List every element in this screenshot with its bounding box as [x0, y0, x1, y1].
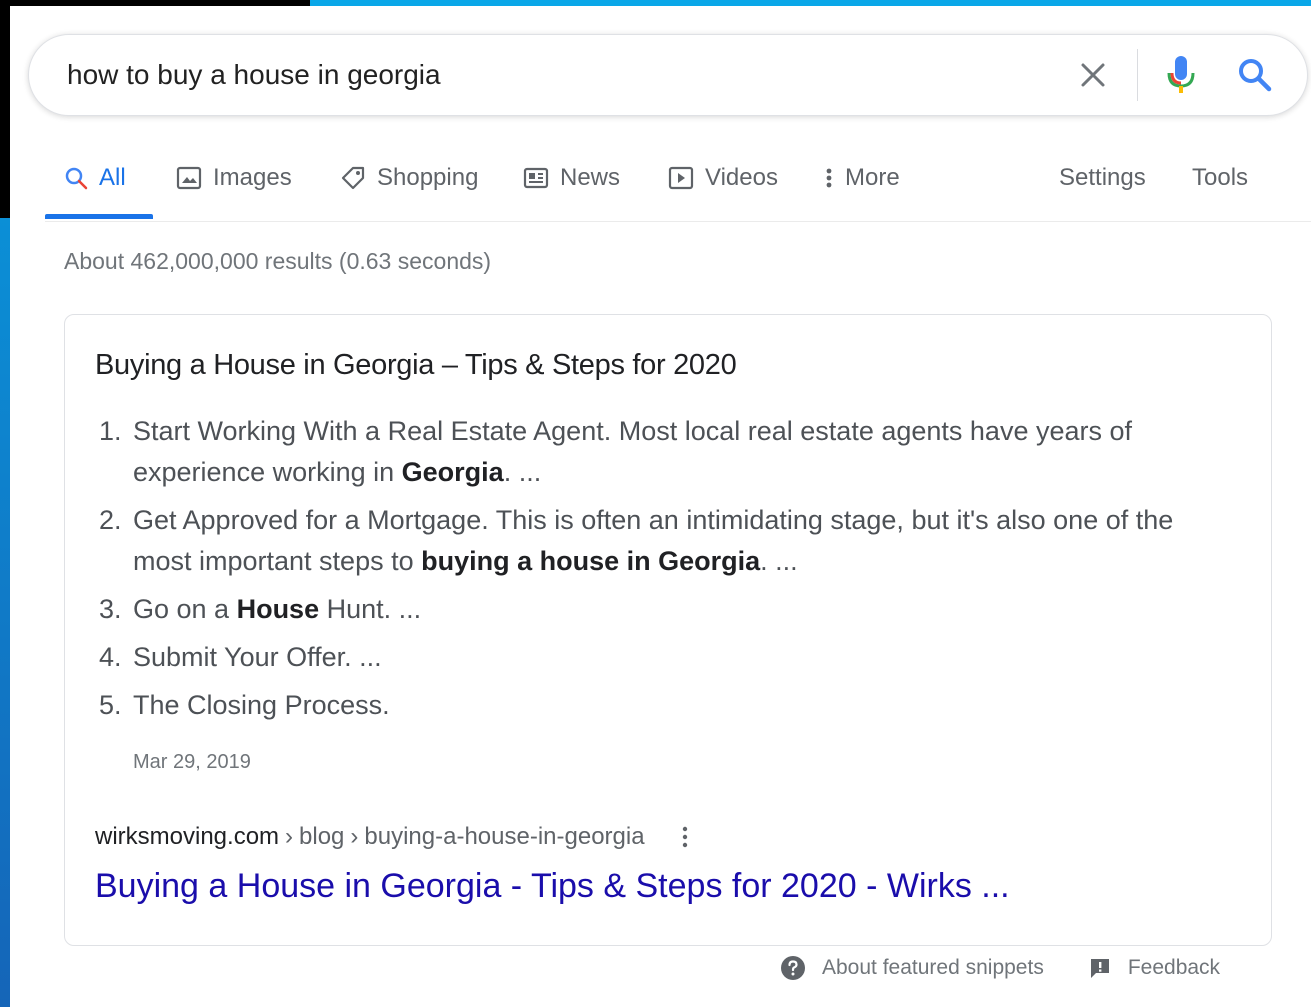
image-icon	[176, 166, 202, 190]
search-box[interactable]: how to buy a house in georgia	[28, 34, 1308, 116]
tools-link[interactable]: Tools	[1192, 164, 1248, 192]
list-item-number: 1.	[99, 416, 122, 446]
list-item-text: . ...	[503, 457, 542, 487]
snippet-date: Mar 29, 2019	[133, 751, 251, 773]
feedback-label: Feedback	[1127, 956, 1221, 979]
cite-separator: ›	[285, 823, 294, 850]
microphone-icon[interactable]	[1161, 53, 1201, 97]
search-tabs: All Images Shopping News Videos More Set…	[45, 150, 1311, 220]
snippet-list-item: 5. The Closing Process.	[99, 685, 1239, 726]
snippet-title: Buying a House in Georgia – Tips & Steps…	[95, 349, 737, 381]
settings-link[interactable]: Settings	[1059, 164, 1146, 192]
tab-all[interactable]: All	[63, 164, 126, 192]
tab-images[interactable]: Images	[175, 164, 292, 192]
tag-icon	[341, 166, 365, 190]
cite-path-1: blog	[299, 823, 345, 850]
list-item-number: 5.	[99, 690, 122, 720]
list-item-text: Start Working With a Real Estate Agent. …	[133, 416, 1132, 487]
list-item-number: 2.	[99, 505, 122, 535]
about-featured-snippets-link[interactable]: About featured snippets	[780, 955, 1044, 981]
vertical-dots-icon	[826, 168, 832, 188]
feedback-icon	[1090, 959, 1109, 978]
list-item-text: . ...	[760, 546, 798, 576]
list-item-text: Hunt. ...	[319, 594, 422, 624]
active-tab-indicator	[45, 214, 153, 219]
snippet-list-item: 3. Go on a House Hunt. ...	[99, 589, 1239, 630]
highlighted-term: Georgia	[401, 457, 504, 487]
tab-label: Images	[213, 164, 292, 191]
cite-separator: ›	[350, 823, 359, 850]
tab-label: Videos	[705, 164, 778, 191]
tab-shopping[interactable]: Shopping	[339, 164, 478, 192]
search-input[interactable]: how to buy a house in georgia	[67, 59, 441, 91]
list-item-number: 3.	[99, 594, 122, 624]
tab-label: Shopping	[377, 164, 479, 191]
tab-label: News	[560, 164, 621, 191]
play-icon	[668, 166, 694, 190]
window-frame-top-black	[0, 0, 310, 6]
search-icon[interactable]	[1235, 55, 1275, 95]
result-cite: wirksmoving.com › blog › buying-a-house-…	[95, 823, 689, 851]
close-icon[interactable]	[1075, 57, 1111, 93]
featured-snippet-card: Buying a House in Georgia – Tips & Steps…	[64, 314, 1272, 946]
tab-videos[interactable]: Videos	[667, 164, 778, 192]
result-title-link[interactable]: Buying a House in Georgia - Tips & Steps…	[95, 867, 1010, 906]
tab-label: More	[845, 164, 900, 191]
cite-path-2: buying-a-house-in-georgia	[364, 823, 645, 850]
window-frame-left-black	[0, 0, 10, 218]
help-icon	[781, 956, 805, 980]
search-divider	[1137, 49, 1138, 101]
search-icon	[65, 167, 88, 190]
list-item-text: The Closing Process.	[133, 690, 390, 720]
feedback-link[interactable]: Feedback	[1088, 956, 1220, 980]
window-frame-left-blue	[0, 218, 10, 1007]
newspaper-icon	[523, 167, 549, 189]
tab-news[interactable]: News	[522, 164, 620, 192]
snippet-list: 1. Start Working With a Real Estate Agent…	[99, 411, 1239, 733]
list-item-number: 4.	[99, 642, 122, 672]
about-featured-snippets-label: About featured snippets	[822, 956, 1044, 979]
snippet-list-item: 2. Get Approved for a Mortgage. This is o…	[99, 500, 1239, 582]
tab-more[interactable]: More	[823, 164, 900, 192]
tabs-divider	[45, 221, 1311, 222]
cite-domain: wirksmoving.com	[95, 823, 280, 850]
tab-label: All	[99, 164, 126, 191]
window-frame-top-blue	[310, 0, 1311, 6]
result-stats: About 462,000,000 results (0.63 seconds)	[64, 248, 492, 274]
snippet-footer: About featured snippets Feedback	[780, 955, 1220, 981]
more-options-icon[interactable]	[681, 823, 689, 851]
snippet-list-item: 4. Submit Your Offer. ...	[99, 637, 1239, 678]
highlighted-term: House	[236, 594, 320, 624]
highlighted-term: buying a house in Georgia	[421, 546, 761, 576]
snippet-list-item: 1. Start Working With a Real Estate Agent…	[99, 411, 1239, 493]
list-item-text: Submit Your Offer. ...	[133, 642, 382, 672]
list-item-text: Go on a	[133, 594, 237, 624]
